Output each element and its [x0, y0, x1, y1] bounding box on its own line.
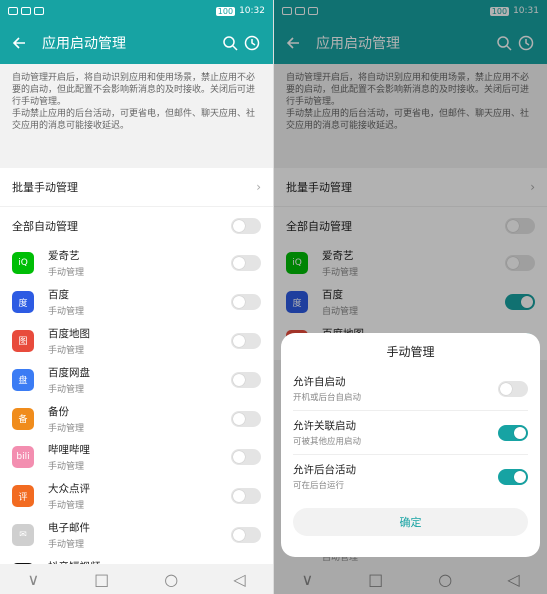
dialog-title: 手动管理	[386, 345, 435, 359]
app-name: 哔哩哔哩	[48, 444, 90, 457]
option-text: 允许自启动开机或后台自启动	[293, 374, 498, 403]
manual-management-dialog: 手动管理 允许自启动 开机或后台自启动 允许关联启动 可被其他应用启动 允许后台活动 可在…	[281, 333, 540, 557]
bilibili-icon: bili	[12, 446, 34, 469]
description-manual: 手动禁止应用的后台活动，可更省电，但邮件、聊天应用、社交应用的消息可能接收延迟。	[12, 109, 256, 131]
clock-icon	[244, 35, 260, 51]
app-row: bili 哔哩哔哩手动管理	[0, 438, 273, 477]
backup-icon: 备	[12, 407, 34, 430]
description-auto: 自动管理开启后，将自动识别应用和使用场景，禁止应用不必要的启动，但此配置不会影响…	[12, 73, 256, 107]
app-name: 电子邮件	[48, 521, 90, 534]
app-row: iQ 爱奇艺手动管理	[0, 244, 273, 283]
option-toggle[interactable]	[498, 424, 528, 441]
app-name: 备份	[48, 405, 69, 418]
app-status: 手动管理	[48, 307, 85, 318]
app-toggle[interactable]	[231, 294, 261, 311]
history-button[interactable]	[241, 32, 263, 54]
app-text: 百度 手动管理	[48, 287, 231, 317]
notification-icon	[8, 7, 18, 15]
app-toggle[interactable]	[231, 255, 261, 272]
right-screen: 100 10:31 应用启动管理 自动管理开启后，将自动识别应用和使用场景，禁止应…	[274, 0, 547, 594]
home-icon[interactable]: ○	[164, 570, 178, 589]
nav-bar: ∨ □ ○ ◁	[0, 564, 273, 594]
app-row: ✉ 电子邮件手动管理	[0, 516, 273, 555]
app-name: 大众点评	[48, 483, 90, 496]
app-name: 百度地图	[48, 327, 90, 340]
page-title: 应用启动管理	[42, 36, 126, 52]
back-triangle-icon[interactable]: ◁	[233, 570, 245, 589]
app-name: 百度	[48, 289, 69, 302]
dianping-icon: 评	[12, 485, 34, 508]
search-icon	[223, 36, 238, 51]
app-status: 手动管理	[48, 501, 85, 512]
dialog-option: 允许后台活动 可在后台运行	[293, 454, 528, 498]
comparison-view: 100 10:32 应用启动管理 自动管理开启后，将自动识别应用和使用场景，禁止应…	[0, 0, 547, 594]
app-status: 手动管理	[48, 423, 85, 434]
app-list: iQ 爱奇艺 手动管理度百度 手动管理图百度地图 手动管理盘百度网盘 手动管理备备份 手动管…	[0, 244, 273, 594]
app-text: 大众点评 手动管理	[48, 481, 231, 511]
left-screen: 100 10:32 应用启动管理 自动管理开启后，将自动识别应用和使用场景，禁止应…	[0, 0, 273, 594]
all-auto-toggle[interactable]	[231, 217, 261, 234]
app-toggle[interactable]	[231, 526, 261, 543]
clock: 10:32	[239, 6, 265, 16]
app-row: 备备份 手动管理	[0, 399, 273, 438]
app-toggle[interactable]	[231, 332, 261, 349]
baidu-map-icon: 图	[12, 329, 34, 352]
app-row: 盘百度网盘 手动管理	[0, 360, 273, 399]
battery-indicator: 100	[215, 6, 236, 16]
all-auto-label: 全部自动管理	[12, 219, 78, 233]
back-button[interactable]	[8, 32, 30, 54]
chevron-right-icon: ›	[256, 180, 261, 194]
app-name: 百度网盘	[48, 366, 90, 379]
option-toggle[interactable]	[498, 380, 528, 397]
app-status: 手动管理	[48, 345, 85, 356]
app-toggle[interactable]	[231, 488, 261, 505]
app-text: 哔哩哔哩 手动管理	[48, 442, 231, 472]
dialog-option: 允许自启动开机或后台自启动	[293, 367, 528, 410]
status-bar: 100 10:32	[0, 0, 273, 22]
baidu-icon: 度	[12, 291, 34, 314]
square-icon[interactable]: □	[94, 570, 109, 589]
app-notification-icon	[34, 7, 44, 15]
option-text: 允许关联启动 可被其他应用启动	[293, 418, 498, 447]
wifi-icon	[21, 7, 31, 15]
app-text: 百度地图 手动管理	[48, 326, 231, 356]
option-text: 允许后台活动 可在后台运行	[293, 462, 498, 491]
option-name: 允许自启动	[293, 376, 346, 388]
app-status: 手动管理	[48, 268, 85, 279]
app-row: 图百度地图 手动管理	[0, 322, 273, 361]
option-desc: 开机或后台自启动	[293, 393, 362, 403]
option-desc: 可被其他应用启动	[293, 437, 362, 447]
all-auto-row: 全部自动管理	[0, 206, 273, 244]
app-row: 度百度 手动管理	[0, 283, 273, 322]
app-name: 爱奇艺	[48, 250, 80, 263]
description: 自动管理开启后，将自动识别应用和使用场景，禁止应用不必要的启动，但此配置不会影响…	[0, 64, 273, 164]
batch-manual-row[interactable]: 批量手动管理 ›	[0, 168, 273, 206]
app-status: 手动管理	[48, 539, 85, 550]
app-toggle[interactable]	[231, 371, 261, 388]
search-button[interactable]	[219, 32, 241, 54]
confirm-button[interactable]: 确定	[293, 508, 528, 536]
app-row: 评大众点评 手动管理	[0, 477, 273, 516]
option-name: 允许关联启动	[293, 420, 356, 432]
dialog-option: 允许关联启动 可被其他应用启动	[293, 410, 528, 454]
app-toggle[interactable]	[231, 449, 261, 466]
baidu-netdisk-icon: 盘	[12, 368, 34, 391]
app-text: 电子邮件 手动管理	[48, 520, 231, 550]
email-icon: ✉	[12, 523, 34, 546]
iqiyi-icon: iQ	[12, 252, 34, 275]
batch-manual-label: 批量手动管理	[12, 181, 78, 194]
app-text: 备份 手动管理	[48, 404, 231, 434]
app-text: 爱奇艺 手动管理	[48, 248, 231, 278]
app-bar: 应用启动管理	[0, 22, 273, 64]
collapse-icon[interactable]: ∨	[27, 570, 39, 589]
option-toggle[interactable]	[498, 468, 528, 485]
app-toggle[interactable]	[231, 410, 261, 427]
app-text: 百度网盘 手动管理	[48, 365, 231, 395]
app-status: 手动管理	[48, 384, 85, 395]
back-arrow-icon	[12, 37, 25, 49]
option-desc: 可在后台运行	[293, 481, 345, 491]
app-status: 手动管理	[48, 462, 85, 473]
option-name: 允许后台活动	[293, 464, 356, 476]
